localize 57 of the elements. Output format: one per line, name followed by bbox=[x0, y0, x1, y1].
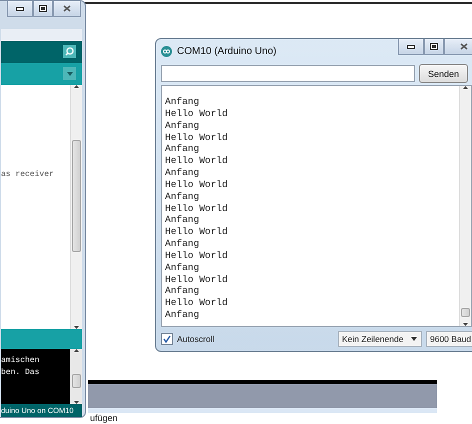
output-line: Anfang bbox=[165, 309, 200, 321]
output-line: Hello World bbox=[165, 226, 229, 238]
baud-dropdown[interactable]: 9600 Baud bbox=[426, 331, 472, 347]
minimize-icon bbox=[16, 6, 24, 10]
output-line: Hello World bbox=[165, 108, 229, 120]
code-line: as receiver bbox=[1, 170, 55, 179]
output-line: Anfang bbox=[165, 120, 200, 132]
caret-icon bbox=[66, 72, 72, 76]
output-line: Anfang bbox=[165, 214, 200, 226]
scroll-up-icon bbox=[463, 86, 468, 89]
scroll-thumb[interactable] bbox=[72, 140, 81, 252]
output-line: Anfang bbox=[165, 96, 200, 108]
minimize-button[interactable] bbox=[7, 1, 33, 17]
infinity-logo-icon bbox=[161, 46, 172, 56]
output-line: Anfang bbox=[165, 143, 200, 156]
code-editor[interactable]: as receiver bbox=[1, 84, 82, 330]
maximize-button[interactable] bbox=[33, 1, 53, 17]
autoscroll-checkbox[interactable] bbox=[161, 333, 173, 345]
console-line: ben. Das bbox=[1, 367, 40, 378]
maximize-button[interactable] bbox=[424, 39, 444, 55]
maximize-icon bbox=[430, 43, 438, 50]
close-icon bbox=[460, 43, 468, 50]
scrollbar[interactable] bbox=[459, 86, 471, 326]
output-line: Hello World bbox=[165, 132, 229, 144]
close-button[interactable] bbox=[53, 1, 81, 17]
close-icon bbox=[63, 5, 71, 12]
output-line: Anfang bbox=[165, 167, 200, 179]
minimize-icon bbox=[407, 44, 415, 48]
scroll-thumb[interactable] bbox=[461, 308, 470, 317]
window-title: COM10 (Arduino Uno) bbox=[177, 46, 276, 56]
checkbox-label: Autoscroll bbox=[177, 334, 214, 344]
output-line: Hello World bbox=[165, 274, 229, 286]
output-line: Anfang bbox=[165, 190, 200, 203]
output-line: Anfang bbox=[165, 262, 200, 274]
console-line: amischen bbox=[1, 355, 40, 366]
output-line: Hello World bbox=[165, 178, 229, 191]
line-ending-dropdown[interactable]: Kein Zeilenende bbox=[338, 331, 422, 347]
tab-menu-button[interactable] bbox=[63, 67, 76, 80]
scrollbar[interactable] bbox=[70, 84, 82, 330]
background-text: ufügen bbox=[90, 413, 118, 423]
input-field[interactable] bbox=[161, 65, 415, 82]
output-line: Anfang bbox=[165, 285, 200, 298]
send-button[interactable]: Senden bbox=[419, 64, 468, 83]
output-line: Hello World bbox=[165, 250, 229, 262]
output-line: Hello World bbox=[165, 155, 229, 168]
search-icon bbox=[65, 47, 74, 56]
output-line: Anfang bbox=[165, 238, 200, 250]
output-line: Hello World bbox=[165, 297, 229, 310]
scrollbar[interactable] bbox=[70, 349, 82, 404]
scroll-thumb[interactable] bbox=[72, 374, 81, 388]
caret-icon bbox=[411, 337, 417, 341]
output-line: Hello World bbox=[165, 202, 229, 214]
close-button[interactable] bbox=[444, 39, 472, 55]
minimize-button[interactable] bbox=[398, 39, 424, 55]
serial-monitor-button[interactable] bbox=[63, 45, 76, 58]
maximize-icon bbox=[39, 5, 47, 12]
scroll-down-icon bbox=[463, 323, 468, 326]
